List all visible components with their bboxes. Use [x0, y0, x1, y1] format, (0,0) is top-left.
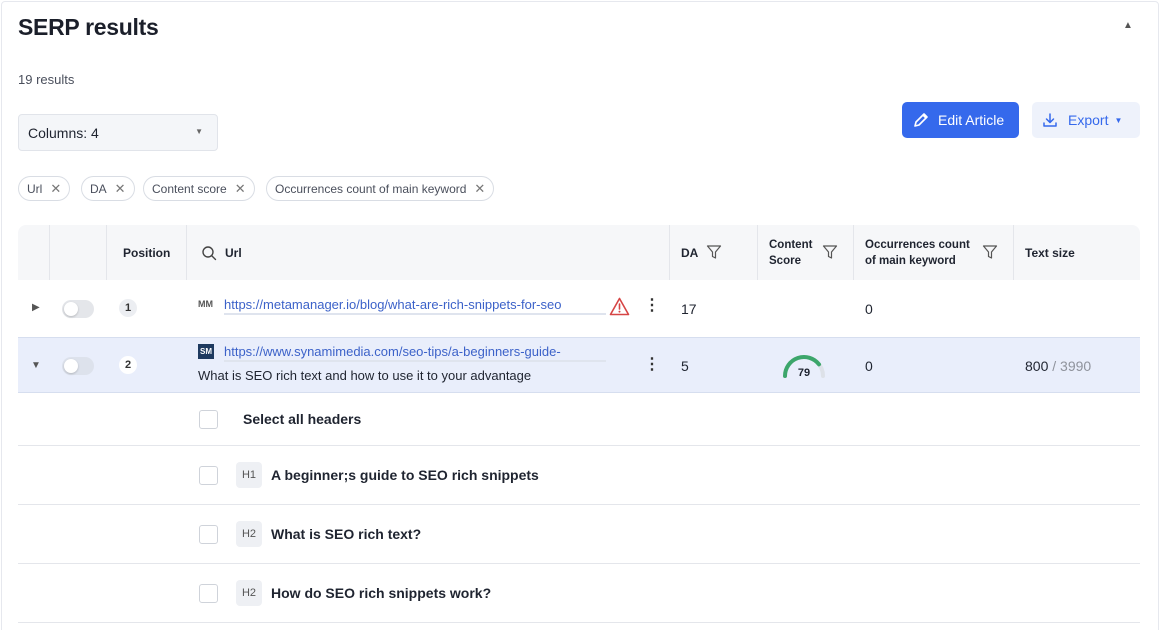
header-position[interactable]: Position [123, 225, 170, 280]
close-icon[interactable]: ✕ [50, 181, 61, 197]
filter-icon[interactable] [706, 244, 722, 260]
header-text: How do SEO rich snippets work? [271, 585, 492, 601]
export-button[interactable]: Export ▼ [1032, 102, 1140, 138]
results-count: 19 results [18, 72, 75, 87]
header-occurrences[interactable]: Occurrences count of main keyword [865, 225, 970, 280]
heading-level-tag: H2 [236, 580, 262, 606]
text-size-current: 800 [1025, 358, 1049, 374]
edit-article-button[interactable]: Edit Article [902, 102, 1019, 138]
position-badge: 2 [119, 356, 137, 374]
result-title: What is SEO rich text and how to use it … [198, 368, 532, 383]
close-icon[interactable]: ✕ [115, 181, 126, 197]
page-title: SERP results [18, 14, 159, 40]
pencil-icon [914, 113, 928, 127]
chip-label: Occurrences count of main keyword [275, 181, 467, 196]
more-options-icon[interactable]: ⋮ [644, 357, 660, 373]
row-toggle[interactable] [62, 357, 94, 375]
table-row-expanded[interactable]: ▼ 2 SM https://www.synamimedia.com/seo-t… [18, 337, 1140, 393]
column-divider [106, 225, 107, 280]
table-header: Position Url DA Content Score Occurrence… [18, 225, 1140, 280]
columns-select[interactable]: Columns: 4 ▼ [18, 114, 218, 151]
header-url[interactable]: Url [201, 225, 242, 280]
header-checkbox[interactable] [199, 584, 218, 603]
chevron-down-icon: ▼ [1114, 115, 1123, 125]
header-score-label: Score [769, 254, 801, 267]
close-icon[interactable]: ✕ [474, 181, 485, 197]
header-text: A beginner;s guide to SEO rich snippets [271, 467, 539, 483]
filter-chip-url[interactable]: Url ✕ [18, 176, 71, 201]
table-row[interactable]: ▶ 1 MM https://metamanager.io/blog/what-… [18, 280, 1140, 336]
filter-chip-occurrences[interactable]: Occurrences count of main keyword ✕ [266, 176, 495, 201]
content-score-value: 79 [798, 367, 810, 379]
select-all-checkbox[interactable] [199, 410, 218, 429]
da-value: 5 [681, 358, 689, 374]
more-options-icon[interactable]: ⋮ [644, 298, 660, 314]
header-item-row[interactable]: H2 How do SEO rich snippets work? [18, 564, 1140, 623]
search-icon [202, 245, 217, 260]
column-divider [49, 225, 50, 280]
header-content-label: Content [769, 238, 813, 251]
content-score-gauge: 79 [783, 355, 825, 379]
position-badge: 1 [119, 299, 137, 317]
occurrences-value: 0 [865, 301, 873, 317]
chip-label: Content score [152, 181, 227, 196]
filter-chip-content-score[interactable]: Content score ✕ [143, 176, 255, 201]
select-all-headers-row[interactable]: Select all headers [18, 393, 1140, 446]
select-all-label: Select all headers [243, 411, 362, 427]
header-checkbox[interactable] [199, 466, 218, 485]
column-divider [757, 225, 758, 280]
header-da[interactable]: DA [681, 225, 698, 280]
header-url-label: Url [225, 245, 242, 260]
text-size-value: 800 / 3990 [1025, 358, 1091, 374]
column-divider [853, 225, 854, 280]
column-divider [186, 225, 187, 280]
heading-level-tag: H1 [236, 462, 262, 488]
filter-icon[interactable] [982, 244, 998, 260]
da-value: 17 [681, 301, 697, 317]
header-item-row[interactable]: H1 A beginner;s guide to SEO rich snippe… [18, 446, 1140, 505]
header-occurrences-label-1: Occurrences count [865, 238, 970, 251]
export-label: Export [1068, 112, 1109, 128]
toggle-knob [64, 359, 78, 373]
toggle-knob [64, 302, 78, 316]
filter-icon[interactable] [822, 244, 838, 260]
chevron-right-icon[interactable]: ▶ [32, 302, 40, 313]
column-divider [1013, 225, 1014, 280]
result-url-link[interactable]: https://metamanager.io/blog/what-are-ric… [224, 297, 606, 315]
site-favicon: SM [198, 344, 214, 359]
header-checkbox[interactable] [199, 525, 218, 544]
chevron-down-icon: ▼ [195, 127, 203, 136]
header-text-size[interactable]: Text size [1025, 225, 1075, 280]
text-size-total: / 3990 [1052, 358, 1092, 374]
column-divider [669, 225, 670, 280]
result-url-link[interactable]: https://www.synamimedia.com/seo-tips/a-b… [224, 344, 606, 362]
chevron-down-icon[interactable]: ▼ [31, 360, 41, 371]
heading-level-tag: H2 [236, 521, 262, 547]
header-text: What is SEO rich text? [271, 526, 422, 542]
edit-article-label: Edit Article [938, 112, 1005, 128]
columns-select-value: Columns: 4 [28, 125, 99, 141]
occurrences-value: 0 [865, 358, 873, 374]
chip-label: Url [27, 181, 43, 196]
header-occurrences-label-2: of main keyword [865, 254, 956, 267]
header-content-score[interactable]: Content Score [769, 225, 812, 280]
download-icon [1043, 113, 1057, 127]
chip-label: DA [90, 181, 107, 196]
collapse-caret-icon[interactable]: ▲ [1123, 20, 1133, 31]
header-item-row[interactable]: H2 What is SEO rich text? [18, 505, 1140, 564]
close-icon[interactable]: ✕ [235, 181, 246, 197]
filter-chip-da[interactable]: DA ✕ [81, 176, 135, 201]
row-toggle[interactable] [62, 300, 94, 318]
site-favicon: MM [198, 299, 213, 309]
warning-icon[interactable] [609, 297, 630, 316]
